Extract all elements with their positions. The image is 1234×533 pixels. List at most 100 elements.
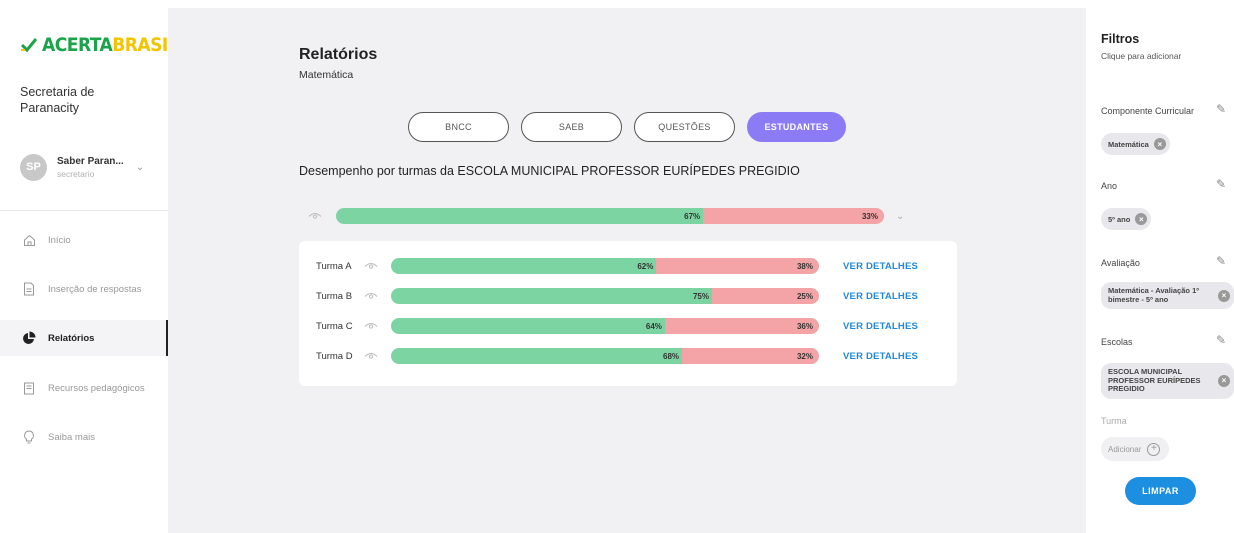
remove-icon[interactable]: × [1135, 213, 1148, 225]
avatar: SP [20, 153, 47, 181]
book-icon [22, 381, 36, 395]
page-subtitle: Matemática [299, 69, 354, 81]
report-tabs: BNCC SAEB QUESTÕES ESTUDANTES [408, 112, 846, 142]
clear-button[interactable]: LIMPAR [1125, 477, 1196, 505]
incorrect-segment: 36% [664, 318, 819, 334]
user-menu[interactable]: SP Saber Paran... secretario ⌄ [20, 152, 160, 182]
performance-bar: 75% 25% [391, 288, 819, 304]
table-row: Turma D 68% 32% VER DETALHES [316, 348, 946, 364]
divider [0, 210, 168, 211]
correct-percent: 75% [692, 291, 709, 301]
incorrect-percent: 32% [796, 351, 813, 361]
eye-icon[interactable] [364, 261, 380, 271]
table-row: Turma B 75% 25% VER DETALHES [316, 288, 946, 304]
filter-chip-ano[interactable]: 5º ano × [1101, 208, 1152, 230]
remove-icon[interactable]: × [1218, 289, 1230, 302]
brand-part1: ACERTA [42, 34, 113, 56]
nav-item-insercao[interactable]: Inserção de respostas [0, 271, 168, 307]
correct-percent: 68% [663, 351, 680, 361]
incorrect-percent: 36% [796, 321, 813, 331]
class-name: Turma A [316, 260, 352, 272]
correct-percent: 62% [637, 261, 654, 271]
section-title: Desempenho por turmas da ESCOLA MUNICIPA… [299, 164, 800, 178]
pencil-icon[interactable]: ✎ [1216, 177, 1226, 191]
filter-label-turma: Turma [1101, 416, 1127, 426]
nav-label: Inserção de respostas [48, 283, 142, 295]
pencil-icon[interactable]: ✎ [1216, 102, 1226, 116]
performance-bar: 64% 36% [391, 318, 819, 334]
home-icon [22, 233, 36, 247]
organization-name: Secretaria de Paranacity [20, 85, 95, 115]
performance-bar: 67% 33% [336, 208, 884, 224]
filters-subtitle: Clique para adicionar [1101, 51, 1182, 61]
nav-item-relatorios[interactable]: Relatórios [0, 320, 168, 356]
page-title: Relatórios [299, 46, 378, 63]
tab-estudantes[interactable]: ESTUDANTES [747, 112, 846, 142]
view-details-link[interactable]: VER DETALHES [843, 351, 918, 362]
correct-segment: 64% [391, 318, 665, 334]
chip-label: Matemática [1108, 139, 1149, 149]
remove-icon[interactable]: × [1153, 138, 1166, 150]
class-name: Turma C [316, 320, 353, 332]
correct-percent: 64% [645, 321, 662, 331]
eye-icon[interactable] [364, 321, 380, 331]
nav-item-inicio[interactable]: Início [0, 222, 168, 258]
eye-icon[interactable] [308, 211, 324, 221]
check-logo-icon [20, 38, 38, 53]
table-row: Turma C 64% 36% VER DETALHES [316, 318, 946, 334]
correct-segment: 68% [391, 348, 683, 364]
user-role: secretario [57, 168, 95, 179]
class-name: Turma D [316, 350, 353, 362]
user-name: Saber Paran... [57, 155, 124, 167]
chip-label: 5º ano [1108, 214, 1131, 224]
tab-questoes[interactable]: QUESTÕES [634, 112, 735, 142]
chevron-down-icon[interactable]: ⌄ [896, 211, 904, 222]
pie-chart-icon [22, 331, 36, 345]
add-turma-button[interactable]: Adicionar + [1101, 437, 1169, 461]
incorrect-segment: 33% [703, 208, 884, 224]
filter-chip-avaliacao[interactable]: Matemática - Avaliação 1º bimestre - 5º … [1101, 282, 1234, 309]
correct-percent: 67% [684, 211, 701, 221]
overall-performance: 67% 33% ⌄ [308, 206, 948, 226]
nav-item-recursos[interactable]: Recursos pedagógicos [0, 370, 168, 406]
view-details-link[interactable]: VER DETALHES [843, 291, 918, 302]
nav-item-saiba-mais[interactable]: Saiba mais [0, 419, 168, 455]
incorrect-percent: 38% [796, 261, 813, 271]
add-label: Adicionar [1108, 444, 1142, 454]
class-performance-card: Turma A 62% 38% VER DETALHES Turma B 75%… [299, 241, 957, 386]
view-details-link[interactable]: VER DETALHES [843, 261, 918, 272]
tab-bncc[interactable]: BNCC [408, 112, 509, 142]
remove-icon[interactable]: × [1218, 374, 1230, 387]
incorrect-percent: 33% [861, 211, 878, 221]
filter-chip-escolas[interactable]: ESCOLA MUNICIPAL PROFESSOR EURÍPEDES PRE… [1101, 363, 1234, 399]
filters-title: Filtros [1101, 32, 1140, 46]
plus-icon: + [1147, 442, 1161, 456]
incorrect-segment: 25% [712, 288, 819, 304]
document-icon [22, 282, 36, 296]
chevron-down-icon[interactable]: ⌄ [136, 162, 144, 173]
incorrect-percent: 25% [796, 291, 813, 301]
eye-icon[interactable] [364, 291, 380, 301]
filter-label-componente: Componente Curricular [1101, 106, 1195, 116]
performance-bar: 68% 32% [391, 348, 819, 364]
tab-saeb[interactable]: SAEB [521, 112, 622, 142]
correct-segment: 62% [391, 258, 657, 274]
view-details-link[interactable]: VER DETALHES [843, 321, 918, 332]
eye-icon[interactable] [364, 351, 380, 361]
nav-label: Início [48, 234, 71, 246]
sidebar: ACERTA BRASIL Secretaria de Paranacity SP… [0, 0, 179, 533]
nav-label: Recursos pedagógicos [48, 382, 145, 394]
nav-label: Saiba mais [48, 431, 95, 443]
filters-panel: Filtros Clique para adicionar Componente… [1086, 0, 1234, 533]
filter-label-ano: Ano [1101, 181, 1118, 191]
main-content: Relatórios Matemática BNCC SAEB QUESTÕES… [168, 8, 1086, 533]
class-name: Turma B [316, 290, 353, 302]
nav-label: Relatórios [48, 332, 95, 344]
filter-chip-componente[interactable]: Matemática × [1101, 133, 1170, 155]
chip-label: ESCOLA MUNICIPAL PROFESSOR EURÍPEDES PRE… [1108, 367, 1201, 393]
filter-label-avaliacao: Avaliação [1101, 258, 1140, 268]
lightbulb-icon [22, 430, 36, 444]
pencil-icon[interactable]: ✎ [1216, 254, 1226, 268]
pencil-icon[interactable]: ✎ [1216, 333, 1226, 347]
brand-logo[interactable]: ACERTA BRASIL [20, 34, 179, 56]
